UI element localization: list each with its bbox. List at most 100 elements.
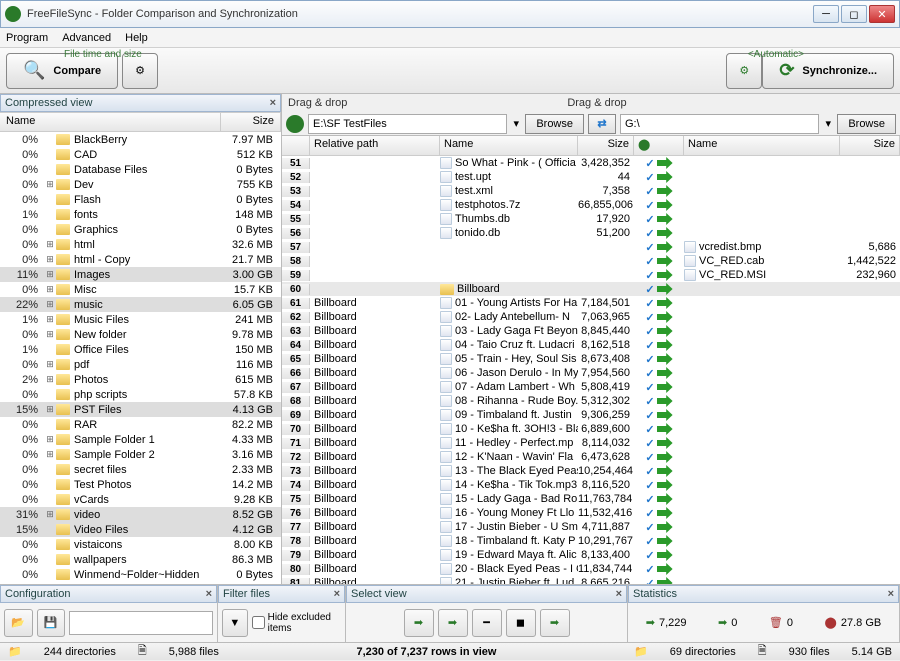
- tree-row[interactable]: 15%⊞PST Files4.13 GB: [0, 402, 281, 417]
- browse-right-button[interactable]: Browse: [837, 114, 896, 134]
- sync-direction[interactable]: ✓: [634, 353, 684, 366]
- tree-row[interactable]: 2%⊞Photos615 MB: [0, 372, 281, 387]
- hide-excluded-checkbox[interactable]: Hide excluded items: [252, 612, 341, 634]
- sync-direction[interactable]: ✓: [634, 395, 684, 408]
- dropdown-icon[interactable]: ▾: [511, 117, 521, 130]
- comparison-row[interactable]: 73Billboard13 - The Black Eyed Peas10,25…: [282, 464, 900, 478]
- sync-direction[interactable]: ✓: [634, 171, 684, 184]
- close-icon[interactable]: ×: [270, 97, 276, 109]
- tree-row[interactable]: 0%⊞Sample Folder 23.16 MB: [0, 447, 281, 462]
- tree-row[interactable]: 31%⊞video8.52 GB: [0, 507, 281, 522]
- comparison-row[interactable]: 59✓VC_RED.MSI232,960: [282, 268, 900, 282]
- view-right-newer-button[interactable]: ➡: [438, 609, 468, 637]
- sync-direction[interactable]: ✓: [634, 535, 684, 548]
- tree-row[interactable]: 0%CAD512 KB: [0, 147, 281, 162]
- comparison-row[interactable]: 60Billboard✓: [282, 282, 900, 296]
- expand-icon[interactable]: ⊞: [44, 179, 56, 190]
- save-config-button[interactable]: 💾: [37, 609, 66, 637]
- tree-row[interactable]: 1%Office Files150 MB: [0, 342, 281, 357]
- tree-row[interactable]: 0%⊞Dev755 KB: [0, 177, 281, 192]
- tree-row[interactable]: 0%wallpapers86.3 MB: [0, 552, 281, 567]
- expand-icon[interactable]: ⊞: [44, 299, 56, 310]
- maximize-button[interactable]: ◻: [841, 5, 867, 23]
- comparison-row[interactable]: 74Billboard14 - Ke$ha - Tik Tok.mp38,116…: [282, 478, 900, 492]
- comparison-row[interactable]: 55Thumbs.db17,920✓: [282, 212, 900, 226]
- tree-row[interactable]: 1%⊞Music Files241 MB: [0, 312, 281, 327]
- tree-row[interactable]: 22%⊞music6.05 GB: [0, 297, 281, 312]
- comparison-row[interactable]: 66Billboard06 - Jason Derulo - In My7,95…: [282, 366, 900, 380]
- comparison-row[interactable]: 65Billboard05 - Train - Hey, Soul Sis8,6…: [282, 352, 900, 366]
- tree-row[interactable]: 0%⊞New folder9.78 MB: [0, 327, 281, 342]
- comparison-row[interactable]: 58✓VC_RED.cab1,442,522: [282, 254, 900, 268]
- expand-icon[interactable]: ⊞: [44, 284, 56, 295]
- view-right-only-button[interactable]: ➡: [540, 609, 570, 637]
- sync-direction[interactable]: ✓: [634, 227, 684, 240]
- tree-row[interactable]: 15%Video Files4.12 GB: [0, 522, 281, 537]
- view-left-only-button[interactable]: ━: [472, 609, 502, 637]
- comparison-row[interactable]: 76Billboard16 - Young Money Ft Llo11,532…: [282, 506, 900, 520]
- expand-icon[interactable]: ⊞: [44, 359, 56, 370]
- comparison-row[interactable]: 53test.xml7,358✓: [282, 184, 900, 198]
- view-left-newer-button[interactable]: ➡: [404, 609, 434, 637]
- expand-icon[interactable]: ⊞: [44, 239, 56, 250]
- sync-direction[interactable]: ✓: [634, 213, 684, 226]
- comparison-row[interactable]: 72Billboard12 - K'Naan - Wavin' Fla6,473…: [282, 450, 900, 464]
- tree-row[interactable]: 0%Winmend~Folder~Hidden0 Bytes: [0, 567, 281, 582]
- minimize-button[interactable]: ─: [813, 5, 839, 23]
- tree-row[interactable]: 1%fonts148 MB: [0, 207, 281, 222]
- sync-direction[interactable]: ✓: [634, 493, 684, 506]
- right-path-input[interactable]: [620, 114, 819, 134]
- tree-row[interactable]: 0%RAR82.2 MB: [0, 417, 281, 432]
- tree-row[interactable]: 0%Test Photos14.2 MB: [0, 477, 281, 492]
- sync-direction[interactable]: ✓: [634, 283, 684, 296]
- tree-row[interactable]: 0%⊞html - Copy21.7 MB: [0, 252, 281, 267]
- tree-row[interactable]: 0%Graphics0 Bytes: [0, 222, 281, 237]
- tree-row[interactable]: 0%_gsdata_1.26 KB: [0, 582, 281, 584]
- tree-row[interactable]: 0%⊞pdf116 MB: [0, 357, 281, 372]
- comparison-row[interactable]: 67Billboard07 - Adam Lambert - Wh5,808,4…: [282, 380, 900, 394]
- menu-advanced[interactable]: Advanced: [62, 32, 111, 44]
- sync-direction[interactable]: ✓: [634, 185, 684, 198]
- sync-direction[interactable]: ✓: [634, 381, 684, 394]
- tree-row[interactable]: 0%vCards9.28 KB: [0, 492, 281, 507]
- comparison-row[interactable]: 63Billboard03 - Lady Gaga Ft Beyon8,845,…: [282, 324, 900, 338]
- tree-row[interactable]: 0%⊞Misc15.7 KB: [0, 282, 281, 297]
- comparison-row[interactable]: 68Billboard08 - Rihanna - Rude Boy.5,312…: [282, 394, 900, 408]
- sync-direction[interactable]: ✓: [634, 255, 684, 268]
- browse-left-button[interactable]: Browse: [525, 114, 584, 134]
- comparison-row[interactable]: 61Billboard01 - Young Artists For Ha7,18…: [282, 296, 900, 310]
- sync-direction[interactable]: ✓: [634, 269, 684, 282]
- tree-row[interactable]: 0%vistaicons8.00 KB: [0, 537, 281, 552]
- menu-help[interactable]: Help: [125, 32, 148, 44]
- tree-row[interactable]: 0%php scripts57.8 KB: [0, 387, 281, 402]
- expand-icon[interactable]: ⊞: [44, 404, 56, 415]
- expand-icon[interactable]: ⊞: [44, 329, 56, 340]
- comparison-row[interactable]: 69Billboard09 - Timbaland ft. Justin9,30…: [282, 408, 900, 422]
- comparison-row[interactable]: 75Billboard15 - Lady Gaga - Bad Ror11,76…: [282, 492, 900, 506]
- sync-direction[interactable]: ✓: [634, 199, 684, 212]
- expand-icon[interactable]: ⊞: [44, 434, 56, 445]
- comparison-row[interactable]: 71Billboard11 - Hedley - Perfect.mp8,114…: [282, 436, 900, 450]
- close-icon[interactable]: ×: [616, 588, 622, 600]
- close-icon[interactable]: ×: [206, 588, 212, 600]
- view-equal-button[interactable]: ◼: [506, 609, 536, 637]
- comparison-row[interactable]: 57✓vcredist.bmp5,686: [282, 240, 900, 254]
- expand-icon[interactable]: ⊞: [44, 269, 56, 280]
- sync-direction[interactable]: ✓: [634, 311, 684, 324]
- close-icon[interactable]: ×: [334, 588, 340, 600]
- add-pair-icon[interactable]: [286, 115, 304, 133]
- sync-direction[interactable]: ✓: [634, 241, 684, 254]
- close-button[interactable]: ✕: [869, 5, 895, 23]
- swap-sides-button[interactable]: ⇄: [588, 114, 616, 134]
- sync-direction[interactable]: ✓: [634, 521, 684, 534]
- comparison-row[interactable]: 51So What - Pink - ( Officia3,428,352✓: [282, 156, 900, 170]
- menu-program[interactable]: Program: [6, 32, 48, 44]
- config-name-input[interactable]: [69, 611, 213, 635]
- sync-direction[interactable]: ✓: [634, 297, 684, 310]
- comparison-row[interactable]: 54testphotos.7z66,855,006✓: [282, 198, 900, 212]
- tree-row[interactable]: 11%⊞Images3.00 GB: [0, 267, 281, 282]
- filter-settings-button[interactable]: ▼: [222, 609, 248, 637]
- expand-icon[interactable]: ⊞: [44, 509, 56, 520]
- comparison-row[interactable]: 62Billboard02- Lady Antebellum- N7,063,9…: [282, 310, 900, 324]
- tree-row[interactable]: 0%Flash0 Bytes: [0, 192, 281, 207]
